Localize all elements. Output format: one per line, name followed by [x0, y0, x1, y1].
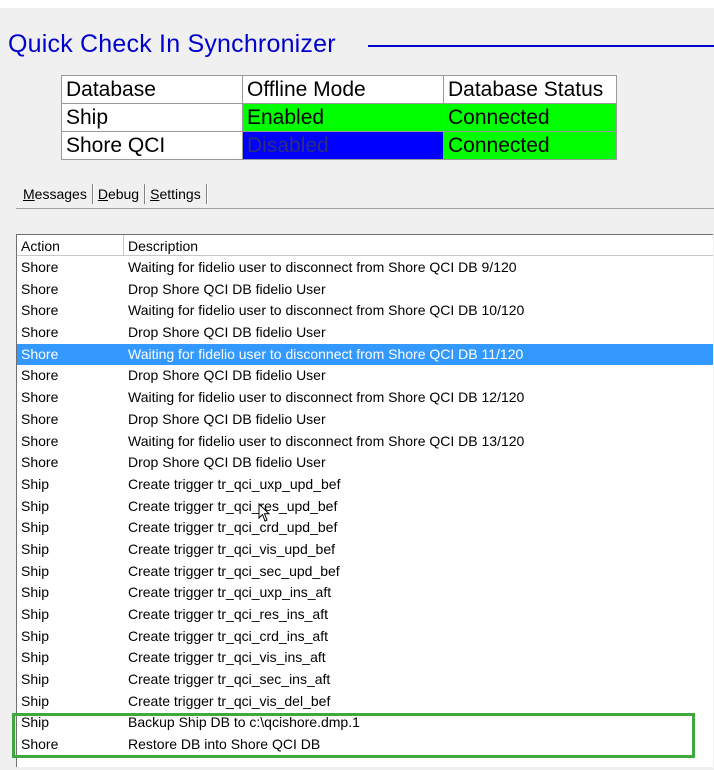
table-row[interactable]: Ship Create trigger tr_qci_vis_ins_aft — [17, 647, 713, 669]
database-status-value: Connected — [443, 103, 617, 132]
table-row[interactable]: Ship Create trigger tr_qci_res_upd_bef — [17, 496, 713, 518]
offline-mode-value: Enabled — [242, 103, 444, 132]
table-row[interactable]: Shore Drop Shore QCI DB fidelio User — [17, 365, 713, 387]
row-description: Create trigger tr_qci_vis_ins_aft — [128, 649, 326, 666]
header-offline-mode: Offline Mode — [242, 75, 444, 104]
table-row[interactable]: Shore Drop Shore QCI DB fidelio User — [17, 452, 713, 474]
table-row[interactable]: Ship Backup Ship DB to c:\qcishore.dmp.1 — [17, 712, 713, 734]
row-action: Shore — [21, 410, 59, 427]
table-row[interactable]: Ship Create trigger tr_qci_res_ins_aft — [17, 604, 713, 626]
row-action: Shore — [21, 280, 59, 297]
row-action: Ship — [21, 671, 50, 688]
table-row[interactable]: Ship Create trigger tr_qci_vis_del_bef — [17, 691, 713, 713]
status-table-header: Database Offline Mode Database Status — [61, 75, 617, 104]
tab-separator — [205, 184, 207, 204]
message-rows: Shore Waiting for fidelio user to disconn… — [17, 257, 713, 756]
row-action: Ship — [21, 475, 50, 492]
tab-settings[interactable]: Settings — [145, 183, 206, 205]
row-description: Create trigger tr_qci_res_ins_aft — [128, 606, 328, 622]
row-action: Shore — [21, 367, 59, 384]
table-row[interactable]: Ship Create trigger tr_qci_crd_ins_aft — [17, 626, 713, 648]
header-database-status: Database Status — [443, 75, 617, 104]
row-action: Shore — [21, 302, 59, 319]
column-header-description[interactable]: Description — [124, 235, 713, 255]
row-description: Backup Ship DB to c:\qcishore.dmp.1 — [128, 714, 360, 731]
row-action: Shore — [21, 345, 59, 362]
row-description: Waiting for fidelio user to disconnect f… — [128, 345, 524, 362]
table-row[interactable]: Shore Waiting for fidelio user to disconn… — [17, 300, 713, 322]
top-edge — [0, 0, 714, 8]
table-row[interactable]: Ship Create trigger tr_qci_uxp_ins_aft — [17, 582, 713, 604]
status-row-shore-qci: Shore QCI Disabled Connected — [61, 131, 617, 160]
row-action: Shore — [21, 432, 59, 449]
row-description: Create trigger tr_qci_uxp_upd_bef — [128, 475, 341, 492]
offline-mode-value: Disabled — [242, 131, 444, 160]
row-description: Create trigger tr_qci_sec_upd_bef — [128, 562, 340, 579]
column-header-action[interactable]: Action — [17, 235, 124, 255]
row-action: Ship — [21, 627, 50, 644]
messages-list[interactable]: Action Description Shore Waiting for fide… — [16, 234, 713, 767]
title-rule — [368, 45, 714, 47]
row-action: Ship — [21, 540, 50, 557]
row-description: Create trigger tr_qci_crd_upd_bef — [128, 519, 338, 536]
database-name: Ship — [61, 103, 243, 132]
row-description: Waiting for fidelio user to disconnect f… — [128, 432, 525, 449]
row-description: Create trigger tr_qci_vis_del_bef — [128, 692, 331, 709]
table-row[interactable]: Shore Drop Shore QCI DB fidelio User — [17, 409, 713, 431]
row-action: Shore — [21, 736, 59, 753]
row-action: Ship — [21, 692, 50, 709]
row-description: Create trigger tr_qci_res_upd_bef — [128, 497, 338, 514]
row-description: Waiting for fidelio user to disconnect f… — [128, 389, 525, 406]
table-row[interactable]: Shore Drop Shore QCI DB fidelio User — [17, 279, 713, 301]
row-action: Ship — [21, 606, 50, 622]
row-description: Create trigger tr_qci_uxp_ins_aft — [128, 584, 332, 601]
row-action: Ship — [21, 562, 50, 579]
tab-messages[interactable]: Messages — [18, 183, 92, 205]
tab-strip: Messages Debug Settings — [18, 180, 207, 208]
app-title: Quick Check In Synchronizer — [8, 30, 336, 58]
table-row[interactable]: Ship Create trigger tr_qci_uxp_upd_bef — [17, 474, 713, 496]
table-row[interactable]: Ship Create trigger tr_qci_vis_upd_bef — [17, 539, 713, 561]
header-database: Database — [61, 75, 243, 104]
row-description: Drop Shore QCI DB fidelio User — [128, 367, 326, 384]
row-action: Ship — [21, 519, 50, 536]
row-description: Waiting for fidelio user to disconnect f… — [128, 302, 525, 319]
table-row[interactable]: Shore Waiting for fidelio user to disconn… — [17, 343, 713, 366]
row-description: Drop Shore QCI DB fidelio User — [128, 410, 326, 427]
table-row[interactable]: Ship Create trigger tr_qci_sec_upd_bef — [17, 561, 713, 583]
tab-underline — [16, 208, 714, 209]
row-description: Create trigger tr_qci_sec_ins_aft — [128, 671, 331, 688]
list-header: Action Description — [17, 235, 713, 256]
database-status-value: Connected — [443, 131, 617, 160]
table-row[interactable]: Shore Waiting for fidelio user to disconn… — [17, 387, 713, 409]
row-description: Waiting for fidelio user to disconnect f… — [128, 259, 517, 275]
row-description: Drop Shore QCI DB fidelio User — [128, 454, 326, 471]
row-action: Ship — [21, 497, 50, 514]
row-action: Shore — [21, 259, 59, 275]
row-action: Shore — [21, 389, 59, 406]
row-description: Restore DB into Shore QCI DB — [128, 736, 321, 753]
table-row[interactable]: Shore Waiting for fidelio user to disconn… — [17, 431, 713, 453]
row-action: Shore — [21, 454, 59, 471]
row-description: Create trigger tr_qci_crd_ins_aft — [128, 627, 328, 644]
tab-debug[interactable]: Debug — [93, 183, 144, 205]
row-action: Ship — [21, 584, 50, 601]
row-description: Create trigger tr_qci_vis_upd_bef — [128, 540, 336, 557]
table-row[interactable]: Ship Create trigger tr_qci_sec_ins_aft — [17, 669, 713, 691]
database-name: Shore QCI — [61, 131, 243, 160]
row-description: Drop Shore QCI DB fidelio User — [128, 324, 326, 341]
row-action: Ship — [21, 649, 50, 666]
table-row[interactable]: Shore Restore DB into Shore QCI DB — [17, 734, 713, 756]
table-row[interactable]: Shore Drop Shore QCI DB fidelio User — [17, 322, 713, 344]
table-row[interactable]: Shore Waiting for fidelio user to disconn… — [17, 257, 713, 279]
database-status-table: Database Offline Mode Database Status Sh… — [61, 75, 617, 160]
row-action: Ship — [21, 714, 50, 731]
table-row[interactable]: Ship Create trigger tr_qci_crd_upd_bef — [17, 517, 713, 539]
row-description: Drop Shore QCI DB fidelio User — [128, 280, 326, 297]
row-action: Shore — [21, 324, 59, 341]
status-row-ship: Ship Enabled Connected — [61, 103, 617, 132]
